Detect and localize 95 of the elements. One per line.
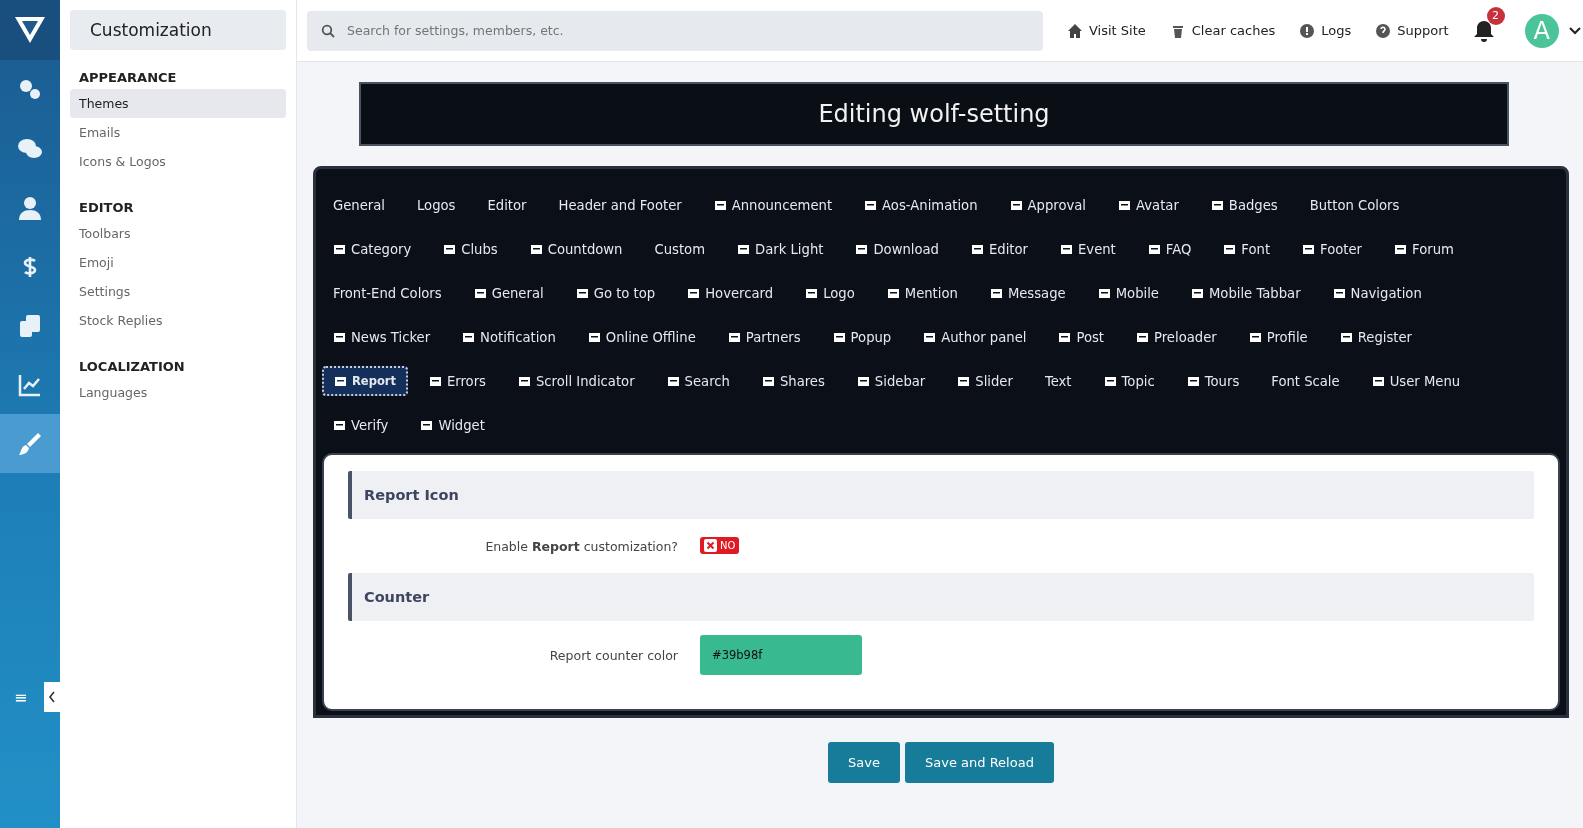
tab[interactable]: Download xyxy=(844,234,950,264)
tab[interactable]: Announcement xyxy=(702,190,844,220)
tab[interactable]: FAQ xyxy=(1136,234,1203,264)
toggle-label: NO xyxy=(720,539,736,551)
tab[interactable]: Countdown xyxy=(518,234,634,264)
tab[interactable]: Navigation xyxy=(1321,278,1433,308)
tab[interactable]: Profile xyxy=(1237,322,1319,352)
section-header: Counter xyxy=(348,573,1534,621)
tab[interactable]: Text xyxy=(1033,366,1083,396)
tab[interactable]: Author panel xyxy=(912,322,1038,352)
field-label: Enable Report customization? xyxy=(484,538,679,554)
tab[interactable]: Mention xyxy=(875,278,969,308)
tab[interactable]: Forum xyxy=(1383,234,1465,264)
sidebar-item[interactable]: Stock Replies xyxy=(70,306,286,335)
tab[interactable]: Partners xyxy=(716,322,812,352)
tab[interactable]: Aos-Animation xyxy=(853,190,989,220)
tab[interactable]: Footer xyxy=(1291,234,1374,264)
search-field[interactable]: Search for settings, members, etc. xyxy=(307,10,1043,51)
tab[interactable]: Popup xyxy=(821,322,903,352)
notification-bell-icon[interactable] xyxy=(1472,18,1495,43)
tab[interactable]: Shares xyxy=(750,366,836,396)
tab[interactable]: Category xyxy=(322,234,423,264)
color-field[interactable]: #39b98f xyxy=(700,635,862,675)
toggle-switch[interactable]: NO xyxy=(700,536,740,554)
save-button[interactable]: Save xyxy=(828,742,900,783)
header-link[interactable]: Support xyxy=(1375,22,1449,39)
tab[interactable]: General xyxy=(462,278,555,308)
sidebar-item[interactable]: Emails xyxy=(70,118,286,147)
tab[interactable]: Notification xyxy=(451,322,567,352)
tab[interactable]: Slider xyxy=(946,366,1024,396)
header-link[interactable]: Visit Site xyxy=(1067,22,1146,39)
tab[interactable]: Clubs xyxy=(432,234,509,264)
tab[interactable]: User Menu xyxy=(1360,366,1472,396)
sidebar-item[interactable]: Settings xyxy=(70,277,286,306)
header-link[interactable]: Clear caches xyxy=(1169,22,1276,39)
tab[interactable]: Preloader xyxy=(1125,322,1228,352)
tab[interactable]: Editor xyxy=(476,190,538,220)
tab[interactable]: Search xyxy=(655,366,741,396)
tab[interactable]: Mobile Tabbar xyxy=(1179,278,1312,308)
tab[interactable]: Widget xyxy=(409,410,496,440)
tab[interactable]: Avatar xyxy=(1107,190,1190,220)
tab[interactable]: Badges xyxy=(1199,190,1289,220)
tab[interactable]: Dark Light xyxy=(726,234,835,264)
section-heading: LOCALIZATION xyxy=(78,358,186,376)
brush-icon[interactable] xyxy=(0,414,60,473)
page-title: Editing wolf-setting xyxy=(818,100,1050,128)
tab[interactable]: Header and Footer xyxy=(547,190,693,220)
tab[interactable]: Tours xyxy=(1175,366,1251,396)
tab[interactable]: Go to top xyxy=(564,278,667,308)
header-link[interactable]: Logs xyxy=(1299,22,1352,39)
menu-toggle[interactable]: ≡ xyxy=(14,687,44,707)
tab[interactable]: Font Scale xyxy=(1260,366,1351,396)
save-and-reload-button[interactable]: Save and Reload xyxy=(905,742,1054,783)
tab[interactable]: Post xyxy=(1047,322,1115,352)
sidebar-title: Customization xyxy=(70,10,286,50)
tab[interactable]: Front-End Colors xyxy=(322,278,453,308)
caret-icon[interactable] xyxy=(1568,26,1581,35)
tab[interactable]: General xyxy=(322,190,396,220)
tab[interactable]: Logos xyxy=(406,190,467,220)
tab[interactable]: Hovercard xyxy=(676,278,785,308)
sidebar-item[interactable]: Themes xyxy=(70,89,286,118)
tab[interactable]: Custom xyxy=(643,234,716,264)
section-heading: EDITOR xyxy=(78,199,135,217)
section-heading: APPEARANCE xyxy=(78,69,178,87)
tab[interactable]: Report xyxy=(322,366,408,396)
search-icon xyxy=(321,23,335,38)
cross-icon xyxy=(704,538,717,552)
sidebar-item[interactable]: Toolbars xyxy=(70,219,286,248)
sidebar-item[interactable]: Emoji xyxy=(70,248,286,277)
tab[interactable]: Register xyxy=(1328,322,1423,352)
tab[interactable]: Online Offline xyxy=(576,322,707,352)
notification-count: 2 xyxy=(1486,6,1505,25)
tab[interactable]: Font xyxy=(1212,234,1282,264)
tab[interactable]: Editor xyxy=(960,234,1039,264)
tab[interactable]: Logo xyxy=(794,278,866,308)
collapse-button[interactable] xyxy=(44,682,60,712)
sidebar-item[interactable]: Icons & Logos xyxy=(70,147,286,176)
chevron-left-icon xyxy=(48,691,56,703)
tab[interactable]: Sidebar xyxy=(845,366,937,396)
tab[interactable]: Event xyxy=(1049,234,1127,264)
home-icon xyxy=(1067,22,1083,39)
help-icon xyxy=(1375,22,1392,39)
tab[interactable]: Message xyxy=(978,278,1077,308)
field-label: Report counter color xyxy=(548,647,679,663)
tab[interactable]: Errors xyxy=(417,366,497,396)
tab[interactable]: Approval xyxy=(998,190,1097,220)
tab[interactable]: Scroll Indicator xyxy=(507,366,646,396)
tab[interactable]: News Ticker xyxy=(322,322,442,352)
tab[interactable]: Mobile xyxy=(1086,278,1170,308)
section-header: Report Icon xyxy=(348,471,1534,519)
info-icon xyxy=(1299,22,1316,39)
tab[interactable]: Topic xyxy=(1092,366,1166,396)
tab[interactable]: Verify xyxy=(322,410,400,440)
sidebar-item[interactable]: Languages xyxy=(70,378,286,407)
tab[interactable]: Button Colors xyxy=(1298,190,1411,220)
